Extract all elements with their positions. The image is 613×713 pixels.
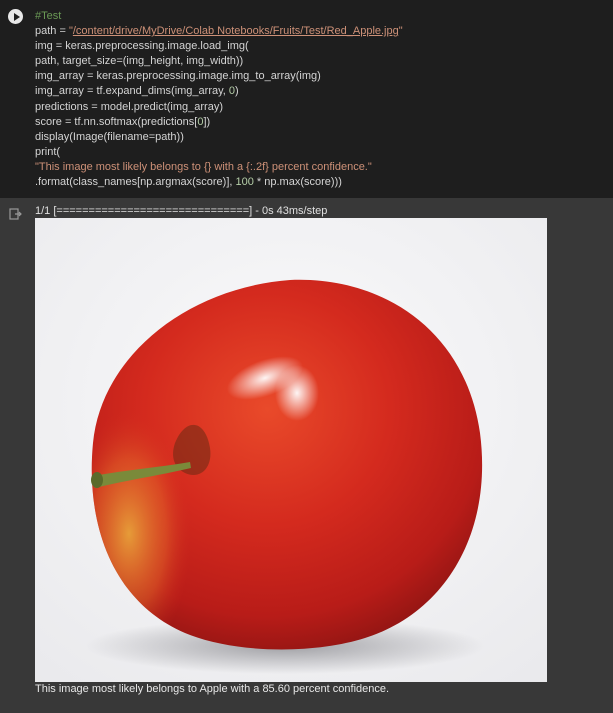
code-cell[interactable]: #Test path = "/content/drive/MyDrive/Cola…	[0, 0, 613, 198]
prediction-result: This image most likely belongs to Apple …	[35, 683, 390, 695]
code-line: img = keras.preprocessing.image.load_img…	[35, 39, 609, 54]
play-icon	[13, 12, 20, 21]
code-token: display(Image(filename=path))	[35, 130, 184, 143]
code-line: path = "/content/drive/MyDrive/Colab Not…	[35, 24, 609, 39]
apple-image	[35, 218, 547, 682]
code-line: display(Image(filename=path))	[35, 130, 609, 145]
run-cell-button[interactable]	[8, 9, 23, 24]
output-icon[interactable]	[9, 208, 22, 220]
code-token: "	[398, 25, 403, 38]
code-token: 100	[235, 176, 254, 189]
code-token: .format(class_names[np.argmax(score)],	[35, 176, 236, 189]
code-line: "This image most likely belongs to {} wi…	[35, 160, 609, 175]
code-token: ])	[203, 115, 211, 128]
code-token: predictions = model.predict(img_array)	[35, 100, 223, 113]
code-token: #Test	[35, 10, 62, 22]
code-line: #Test	[35, 9, 609, 24]
code-token: img_array = tf.expand_dims(img_array,	[35, 85, 229, 98]
code-token: img_array = keras.preprocessing.image.im…	[35, 70, 321, 83]
code-line: score = tf.nn.softmax(predictions[0])	[35, 115, 609, 130]
code-line: .format(class_names[np.argmax(score)], 1…	[35, 175, 609, 190]
code-token: img = keras.preprocessing.image.load_img…	[35, 40, 249, 53]
code-line: path, target_size=(img_height, img_width…	[35, 54, 609, 69]
code-editor[interactable]: #Test path = "/content/drive/MyDrive/Cola…	[35, 9, 609, 190]
progress-text: 1/1 [==============================] - 0…	[35, 205, 328, 217]
code-token: )	[235, 85, 239, 98]
file-path-link[interactable]: /content/drive/MyDrive/Colab Notebooks/F…	[73, 25, 399, 37]
code-token: print(	[35, 145, 61, 158]
code-token: score = tf.nn.softmax(predictions[	[35, 115, 198, 128]
code-token: * np.max(score)))	[253, 176, 342, 189]
output-area: 1/1 [==============================] - 0…	[0, 198, 613, 713]
code-line: predictions = model.predict(img_array)	[35, 100, 609, 115]
code-line: img_array = tf.expand_dims(img_array, 0)	[35, 84, 609, 99]
code-token: path, target_size=(img_height, img_width…	[35, 55, 244, 68]
code-line: img_array = keras.preprocessing.image.im…	[35, 69, 609, 84]
code-line: print(	[35, 145, 609, 160]
code-token: "This image most likely belongs to {} wi…	[35, 160, 372, 173]
code-token: path =	[35, 25, 69, 38]
